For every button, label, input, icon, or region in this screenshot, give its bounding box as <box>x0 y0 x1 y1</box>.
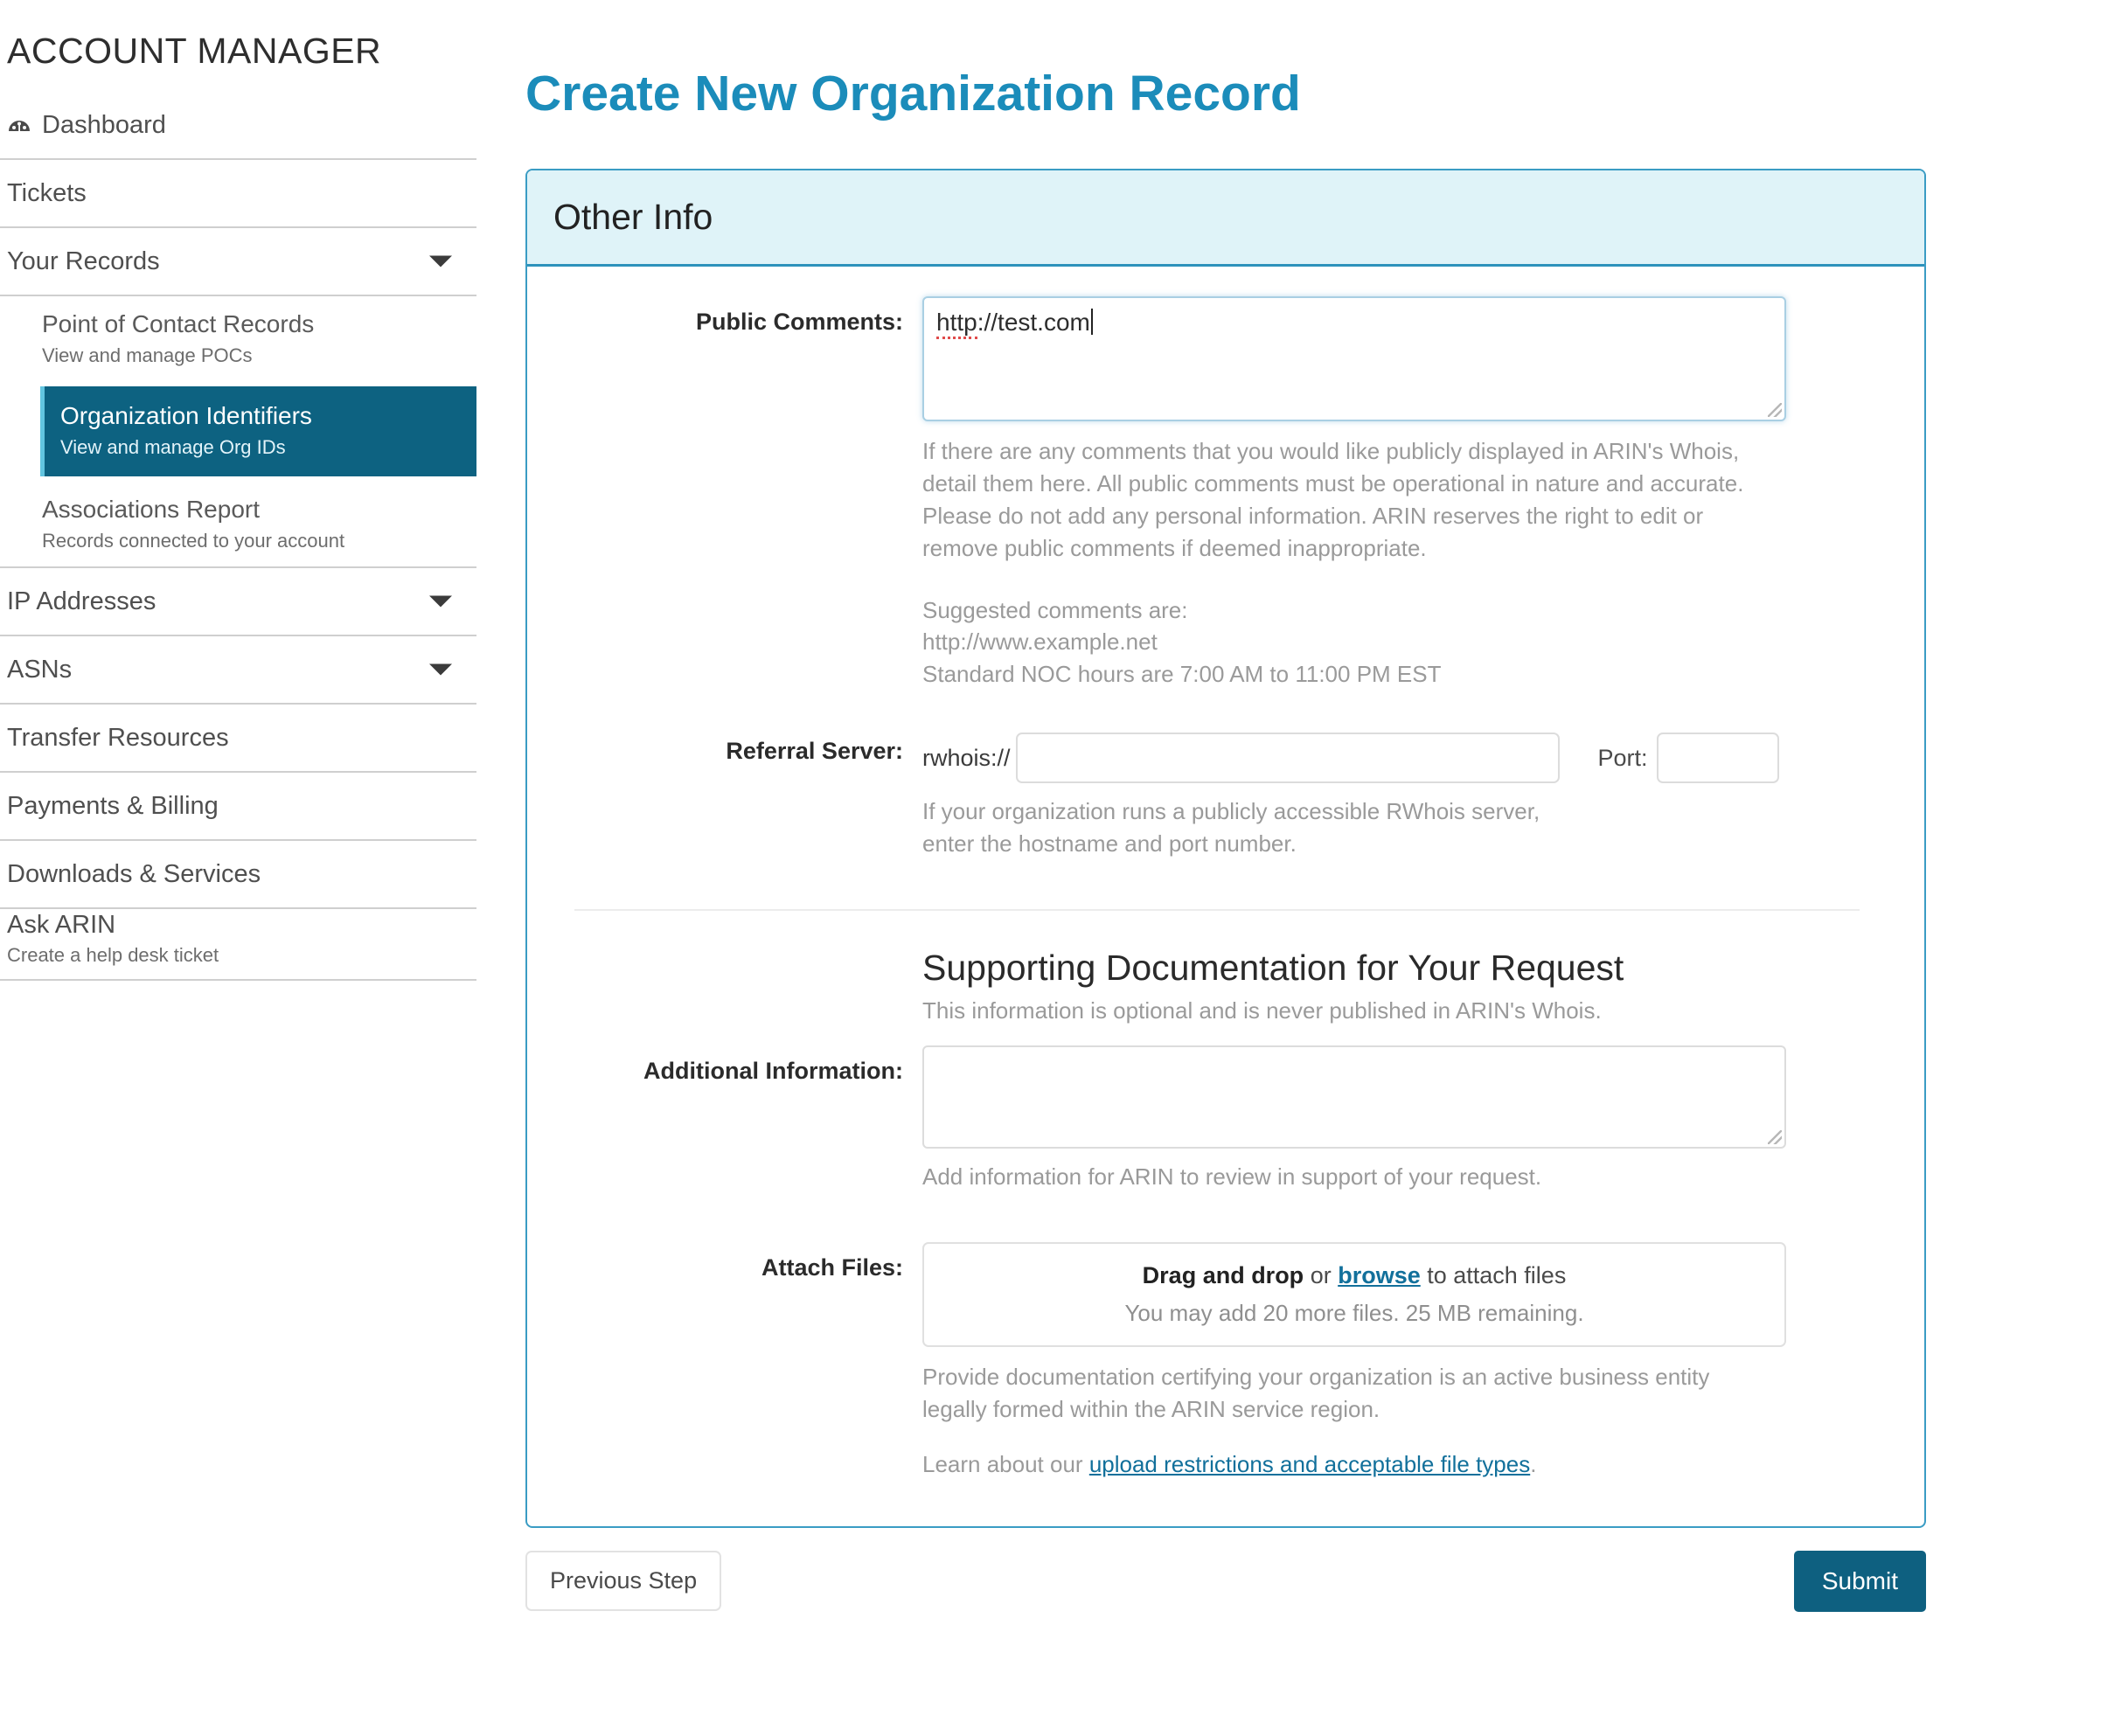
text-cursor <box>1091 309 1093 335</box>
previous-step-button[interactable]: Previous Step <box>525 1551 721 1611</box>
sidebar-item-downloads-services-label: Downloads & Services <box>7 858 261 890</box>
sidebar-nav: Dashboard Tickets Your Records Point of … <box>0 92 476 981</box>
sidebar-item-downloads-services[interactable]: Downloads & Services <box>0 841 476 909</box>
suggested-comments-block: Suggested comments are: http://www.examp… <box>922 594 1889 691</box>
sub-item-desc: View and manage Org IDs <box>60 435 476 461</box>
referral-server-scheme: rwhois:// <box>922 745 1011 772</box>
sidebar-item-dashboard-label: Dashboard <box>42 109 166 141</box>
dropzone-or: or <box>1304 1262 1338 1288</box>
attach-files-help: Provide documentation certifying your or… <box>922 1361 1779 1426</box>
other-info-panel: Other Info Public Comments: http://test.… <box>525 169 1926 1528</box>
sidebar-item-dashboard[interactable]: Dashboard <box>0 92 476 160</box>
sidebar-item-tickets[interactable]: Tickets <box>0 160 476 228</box>
attach-files-learn-row: Learn about our upload restrictions and … <box>922 1448 1779 1481</box>
dropzone-drag-label: Drag and drop <box>1143 1262 1304 1288</box>
sidebar-item-your-records-label: Your Records <box>7 246 160 277</box>
chevron-down-icon[interactable] <box>429 596 452 608</box>
referral-server-row: Referral Server: rwhois:// Port: If your… <box>545 726 1889 860</box>
sidebar-item-point-of-contact-records[interactable]: Point of Contact Records View and manage… <box>0 296 476 381</box>
public-comments-value-misspelled: http <box>936 309 977 339</box>
your-records-subgroup: Point of Contact Records View and manage… <box>0 296 476 566</box>
panel-body: Public Comments: http://test.com If ther… <box>527 267 1924 1526</box>
sidebar-item-associations-report[interactable]: Associations Report Records connected to… <box>0 482 476 566</box>
sidebar-item-tickets-label: Tickets <box>7 177 87 209</box>
sub-item-title: Associations Report <box>42 494 476 525</box>
public-comments-input[interactable]: http://test.com <box>922 296 1786 421</box>
supporting-docs-subheading: This information is optional and is neve… <box>545 997 1889 1024</box>
additional-information-label: Additional Information: <box>545 1045 922 1085</box>
attach-files-label: Attach Files: <box>545 1242 922 1281</box>
additional-information-input[interactable] <box>922 1045 1786 1149</box>
dropzone-instruction: Drag and drop or browse to attach files <box>1143 1262 1567 1289</box>
sidebar-item-transfer-resources-label: Transfer Resources <box>7 722 229 753</box>
additional-information-help: Add information for ARIN to review in su… <box>922 1161 1779 1193</box>
sidebar-item-ask-arin-desc: Create a help desk ticket <box>7 944 476 967</box>
sidebar-item-transfer-resources[interactable]: Transfer Resources <box>0 705 476 773</box>
sidebar-item-payments-billing-label: Payments & Billing <box>7 790 219 822</box>
sidebar-item-asns-label: ASNs <box>7 654 72 685</box>
dropzone-quota: You may add 20 more files. 25 MB remaini… <box>1124 1300 1583 1327</box>
referral-server-label: Referral Server: <box>545 726 922 765</box>
sidebar: ACCOUNT MANAGER Dashboard <box>0 0 476 1736</box>
sidebar-item-payments-billing[interactable]: Payments & Billing <box>0 773 476 841</box>
sub-item-title: Point of Contact Records <box>42 309 476 340</box>
learn-suffix: . <box>1530 1451 1536 1477</box>
sidebar-item-ip-addresses-label: IP Addresses <box>7 586 156 617</box>
sidebar-item-asns[interactable]: ASNs <box>0 636 476 705</box>
sub-item-desc: Records connected to your account <box>42 529 476 554</box>
account-manager-title: ACCOUNT MANAGER <box>0 0 476 71</box>
public-comments-row: Public Comments: http://test.com If ther… <box>545 296 1889 691</box>
referral-server-host-input[interactable] <box>1016 733 1560 783</box>
chevron-down-icon[interactable] <box>429 664 452 676</box>
resize-handle[interactable] <box>1768 1130 1782 1144</box>
sub-item-title: Organization Identifiers <box>60 400 476 432</box>
sub-item-desc: View and manage POCs <box>42 344 476 369</box>
public-comments-label: Public Comments: <box>545 296 922 336</box>
page-title: Create New Organization Record <box>476 33 2114 122</box>
upload-restrictions-link[interactable]: upload restrictions and acceptable file … <box>1089 1451 1530 1477</box>
additional-information-row: Additional Information: Add information … <box>545 1045 1889 1193</box>
sidebar-item-ask-arin[interactable]: Ask ARIN Create a help desk ticket <box>0 909 476 981</box>
referral-server-help: If your organization runs a publicly acc… <box>922 795 1587 860</box>
suggested-comment-line: Standard NOC hours are 7:00 AM to 11:00 … <box>922 658 1889 691</box>
submit-button[interactable]: Submit <box>1794 1551 1926 1612</box>
suggested-comment-line: http://www.example.net <box>922 626 1889 658</box>
sidebar-item-ask-arin-label: Ask ARIN <box>7 911 115 939</box>
file-dropzone[interactable]: Drag and drop or browse to attach files … <box>922 1242 1786 1347</box>
chevron-down-icon[interactable] <box>429 256 452 267</box>
section-divider <box>574 909 1860 911</box>
supporting-docs-heading: Supporting Documentation for Your Reques… <box>545 948 1889 989</box>
public-comments-value-rest: ://test.com <box>977 309 1090 336</box>
public-comments-help: If there are any comments that you would… <box>922 435 1779 565</box>
form-footer: Previous Step Submit <box>525 1551 1926 1612</box>
main-content: Create New Organization Record Other Inf… <box>476 0 2114 1736</box>
referral-server-port-input[interactable] <box>1657 733 1779 783</box>
resize-handle[interactable] <box>1768 403 1782 417</box>
sidebar-item-your-records[interactable]: Your Records <box>0 228 476 296</box>
port-label: Port: <box>1598 745 1648 772</box>
app-root: ACCOUNT MANAGER Dashboard <box>0 0 2114 1736</box>
panel-header: Other Info <box>527 170 1924 267</box>
panel-header-title: Other Info <box>553 197 1924 238</box>
dropzone-tail: to attach files <box>1421 1262 1567 1288</box>
public-comments-textarea-wrap: http://test.com <box>922 296 1786 421</box>
suggested-comments-heading: Suggested comments are: <box>922 594 1889 627</box>
attach-files-row: Attach Files: Drag and drop or browse to… <box>545 1242 1889 1481</box>
sidebar-item-organization-identifiers[interactable]: Organization Identifiers View and manage… <box>40 386 476 476</box>
dashboard-gauge-icon <box>7 113 31 137</box>
learn-prefix: Learn about our <box>922 1451 1089 1477</box>
browse-link[interactable]: browse <box>1338 1262 1421 1288</box>
sidebar-item-ip-addresses[interactable]: IP Addresses <box>0 568 476 636</box>
